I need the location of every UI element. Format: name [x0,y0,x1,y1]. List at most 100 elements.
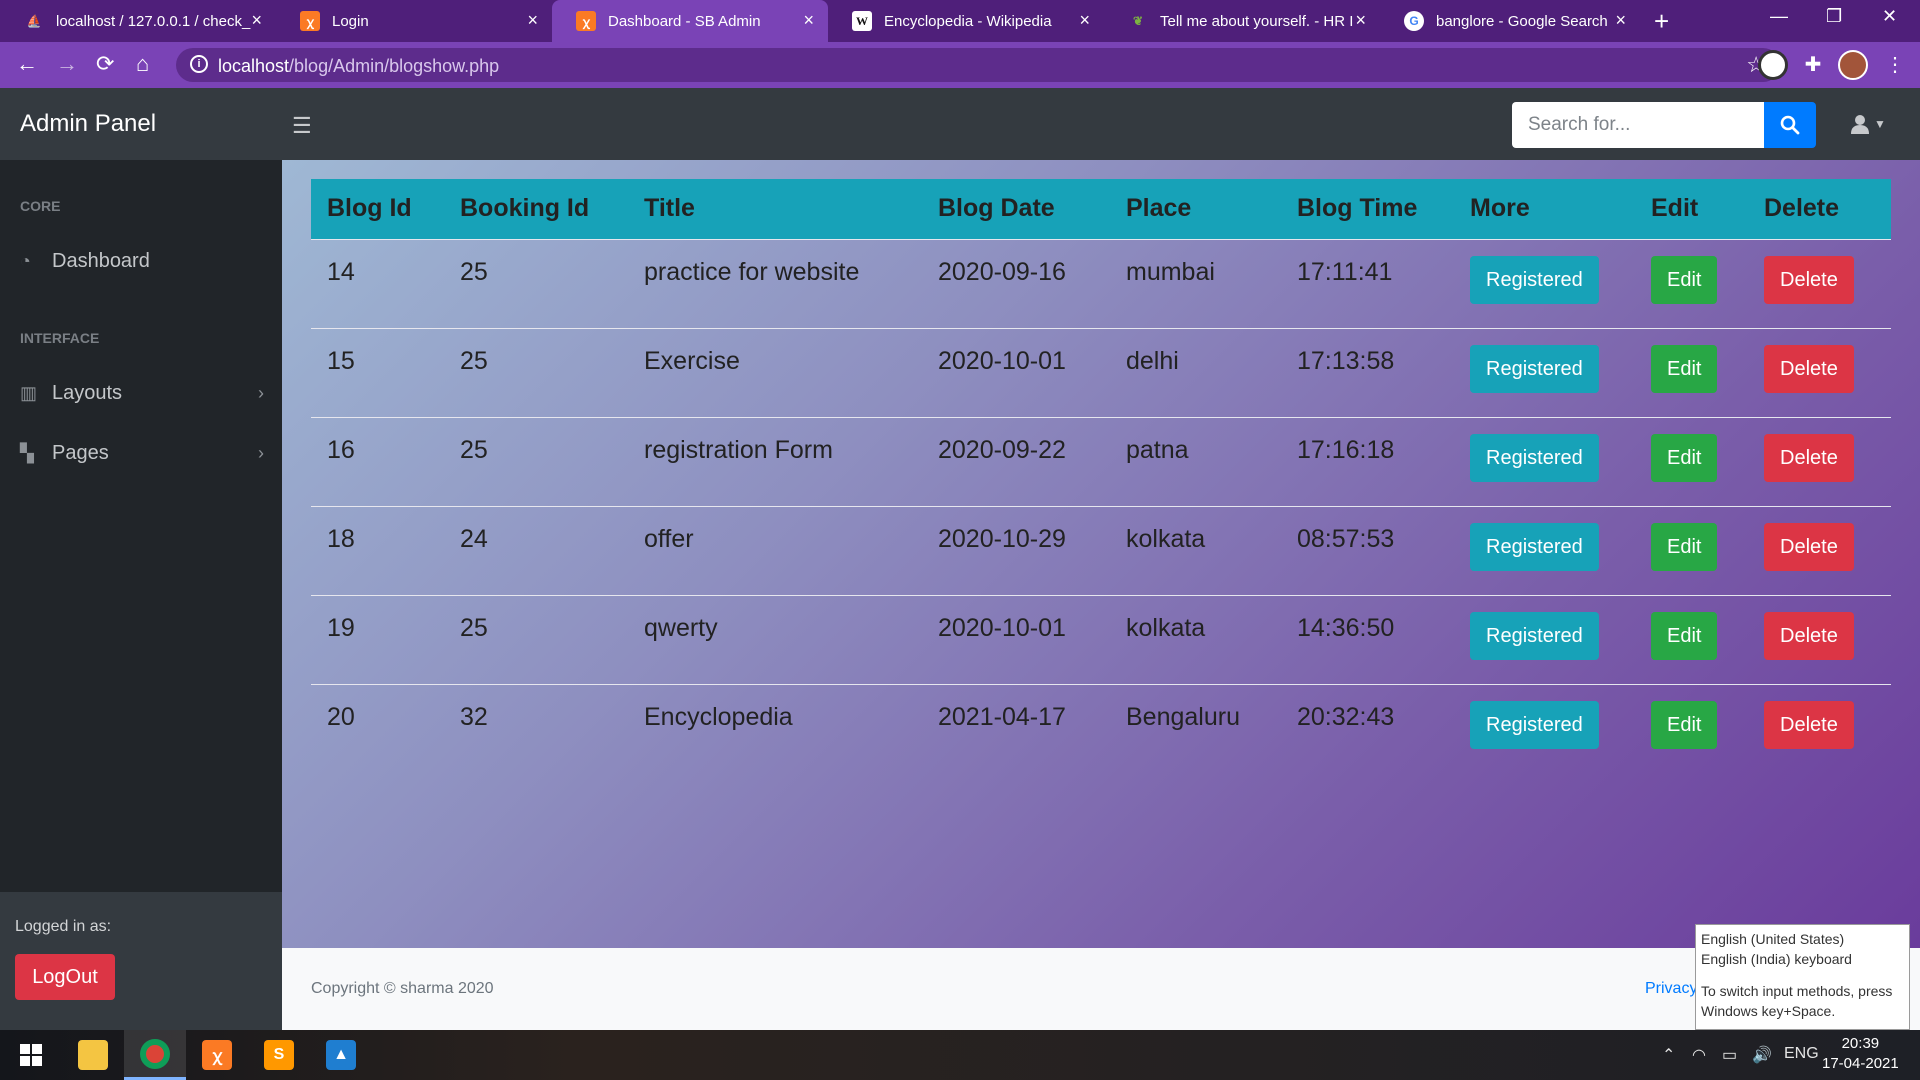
registered-button[interactable]: Registered [1470,522,1599,571]
taskbar: ꭓ S ▲ ⌃ ◠ ▭ 🔊 ENG 20:39 17-04-2021 [0,1030,1920,1080]
table-cell: Registered [1454,327,1635,417]
sidebar-toggle-icon[interactable]: ☰ [292,113,312,139]
table-cell: 15 [311,327,444,417]
close-icon[interactable]: × [803,10,814,30]
browser-tab-wikipedia[interactable]: W Encyclopedia - Wikipedia × [828,0,1104,42]
delete-button[interactable]: Delete [1764,344,1854,393]
file-explorer-icon[interactable] [62,1030,124,1080]
search-button[interactable] [1764,102,1816,148]
restore-icon[interactable]: ❐ [1826,6,1842,27]
table-row: 19 25 qwerty 2020-10-01 kolkata 14:36:50 Regis… [311,594,1891,684]
tooltip-line: English (United States) [1701,931,1845,947]
reload-icon[interactable]: ⟳ [96,52,114,76]
table-cell: Registered [1454,594,1635,684]
close-icon[interactable]: × [251,10,262,30]
table-cell: 17:11:41 [1281,238,1454,328]
language-indicator[interactable]: ENG [1784,1045,1819,1063]
user-dropdown[interactable]: ▼ [1850,114,1886,134]
chrome-taskbar-icon[interactable] [124,1030,186,1080]
extension-icon[interactable] [1758,50,1788,80]
search-input[interactable] [1512,102,1764,148]
edit-button[interactable]: Edit [1651,611,1718,660]
close-icon[interactable]: × [1355,10,1366,30]
sublime-icon: S [264,1040,294,1070]
table-cell: kolkata [1110,505,1281,595]
close-icon[interactable]: × [1615,10,1626,30]
xampp-taskbar-icon[interactable]: ꭓ [186,1030,248,1080]
close-icon[interactable]: × [1079,10,1090,30]
navbar-brand[interactable]: Admin Panel [20,110,156,138]
window-close-icon[interactable]: ✕ [1882,6,1897,27]
home-icon[interactable]: ⌂ [136,52,149,76]
back-icon[interactable]: ← [16,52,38,76]
logout-button[interactable]: LogOut [15,954,115,1000]
google-icon: G [1404,11,1424,31]
table-cell: Delete [1748,416,1891,506]
wifi-icon[interactable]: ◠ [1692,1045,1706,1065]
site-info-icon[interactable]: i [190,55,208,73]
column-header: More [1470,194,1530,223]
table-cell: 32 [444,683,628,773]
column-header: Title [644,194,695,223]
browser-tab-hr[interactable]: ❦ Tell me about yourself. - HR I × [1104,0,1380,42]
close-icon[interactable]: × [527,10,538,30]
address-bar[interactable]: i localhost/blog/Admin/blogshow.php ☆ [176,48,1780,82]
table-cell: Delete [1748,238,1891,328]
edit-button[interactable]: Edit [1651,433,1718,482]
edit-button[interactable]: Edit [1651,255,1718,304]
delete-button[interactable]: Delete [1764,611,1854,660]
table-cell: Delete [1748,505,1891,595]
sidebar-item-pages[interactable]: ▚ Pages › [20,442,264,465]
delete-button[interactable]: Delete [1764,522,1854,571]
registered-button[interactable]: Registered [1470,700,1599,749]
photos-taskbar-icon[interactable]: ▲ [310,1030,372,1080]
registered-button[interactable]: Registered [1470,344,1599,393]
privacy-link[interactable]: Privacy [1645,980,1697,998]
tray-chevron-up-icon[interactable]: ⌃ [1662,1045,1675,1065]
delete-button[interactable]: Delete [1764,255,1854,304]
sidebar-footer: Logged in as: LogOut [0,892,282,1030]
sidebar-heading-core: CORE [20,198,61,214]
sidebar-item-dashboard[interactable]: ◔ Dashboard [20,250,264,273]
forward-icon[interactable]: → [56,52,78,76]
table-cell: 16 [311,416,444,506]
column-header: Edit [1651,194,1699,223]
registered-button[interactable]: Registered [1470,433,1599,482]
profile-avatar[interactable] [1838,50,1868,80]
browser-tab-phpmyadmin[interactable]: ⛵ localhost / 127.0.0.1 / check_ × [0,0,276,42]
browser-menu-icon[interactable]: ⋮ [1880,50,1910,80]
table-cell: registration Form [628,416,922,506]
sublime-taskbar-icon[interactable]: S [248,1030,310,1080]
browser-tab-login[interactable]: ꭓ Login × [276,0,552,42]
delete-button[interactable]: Delete [1764,700,1854,749]
tab-label: localhost / 127.0.0.1 / check_ [56,12,251,30]
registered-button[interactable]: Registered [1470,611,1599,660]
table-cell: Edit [1635,505,1748,595]
table-cell: Registered [1454,238,1635,328]
clock[interactable]: 20:39 17-04-2021 [1822,1034,1899,1074]
clock-date: 17-04-2021 [1822,1055,1899,1072]
table-cell: 2020-10-01 [922,327,1110,417]
url-text: localhost/blog/Admin/blogshow.php [218,56,499,77]
table-cell: Encyclopedia [628,683,922,773]
volume-icon[interactable]: 🔊 [1752,1045,1772,1065]
battery-icon[interactable]: ▭ [1722,1045,1737,1065]
delete-button[interactable]: Delete [1764,433,1854,482]
browser-tab-dashboard[interactable]: ꭓ Dashboard - SB Admin × [552,0,828,42]
registered-button[interactable]: Registered [1470,255,1599,304]
edit-button[interactable]: Edit [1651,522,1718,571]
user-icon [1851,115,1869,134]
edit-button[interactable]: Edit [1651,344,1718,393]
edit-button[interactable]: Edit [1651,700,1718,749]
sidebar-item-layouts[interactable]: ▥ Layouts › [20,382,264,405]
blog-table: Blog Id Booking Id Title Blog Date Place… [311,179,1891,773]
new-tab-button[interactable]: + [1654,6,1669,37]
copyright-text: Copyright © sharma 2020 [311,980,494,997]
table-cell: 2020-10-29 [922,505,1110,595]
extensions-puzzle-icon[interactable]: ✚ [1798,50,1828,80]
tachometer-icon: ◔ [20,251,31,271]
table-cell: 20 [311,683,444,773]
minimize-icon[interactable]: — [1770,6,1788,27]
windows-start-icon[interactable] [0,1030,62,1080]
browser-tab-google[interactable]: G banglore - Google Search × [1380,0,1640,42]
